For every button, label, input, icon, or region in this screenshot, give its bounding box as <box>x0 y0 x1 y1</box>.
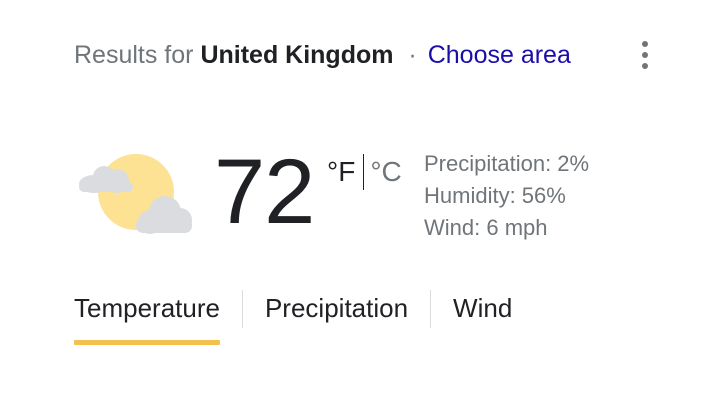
tab-divider <box>430 290 432 328</box>
precipitation-detail: Precipitation: 2% <box>424 151 590 176</box>
more-dot <box>642 41 648 47</box>
tab-wind[interactable]: Wind <box>453 288 512 328</box>
more-options-icon[interactable] <box>628 36 662 74</box>
temperature-value: 72 <box>214 141 315 243</box>
humidity-detail: Humidity: 56% <box>424 183 566 208</box>
more-dot <box>642 63 648 69</box>
wind-detail: Wind: 6 mph <box>424 215 548 240</box>
location-name: United Kingdom <box>200 41 394 69</box>
results-header: Results for United Kingdom · Choose area <box>74 38 571 72</box>
fahrenheit-toggle[interactable]: °F <box>327 154 355 190</box>
choose-area-link[interactable]: Choose area <box>428 41 571 69</box>
tab-precipitation[interactable]: Precipitation <box>265 288 408 328</box>
weather-details: Precipitation: 2% Humidity: 56% Wind: 6 … <box>424 148 589 244</box>
unit-switcher: °F °C <box>327 154 402 190</box>
forecast-tabs: Temperature Precipitation Wind <box>74 288 512 348</box>
unit-divider <box>363 154 365 190</box>
tab-divider <box>241 290 243 328</box>
more-dot <box>642 52 648 58</box>
header-separator: · <box>408 41 417 69</box>
results-prefix: Results for <box>74 41 194 69</box>
tab-temperature[interactable]: Temperature <box>74 288 220 345</box>
celsius-toggle[interactable]: °C <box>370 154 401 190</box>
partly-cloudy-icon <box>76 154 196 240</box>
